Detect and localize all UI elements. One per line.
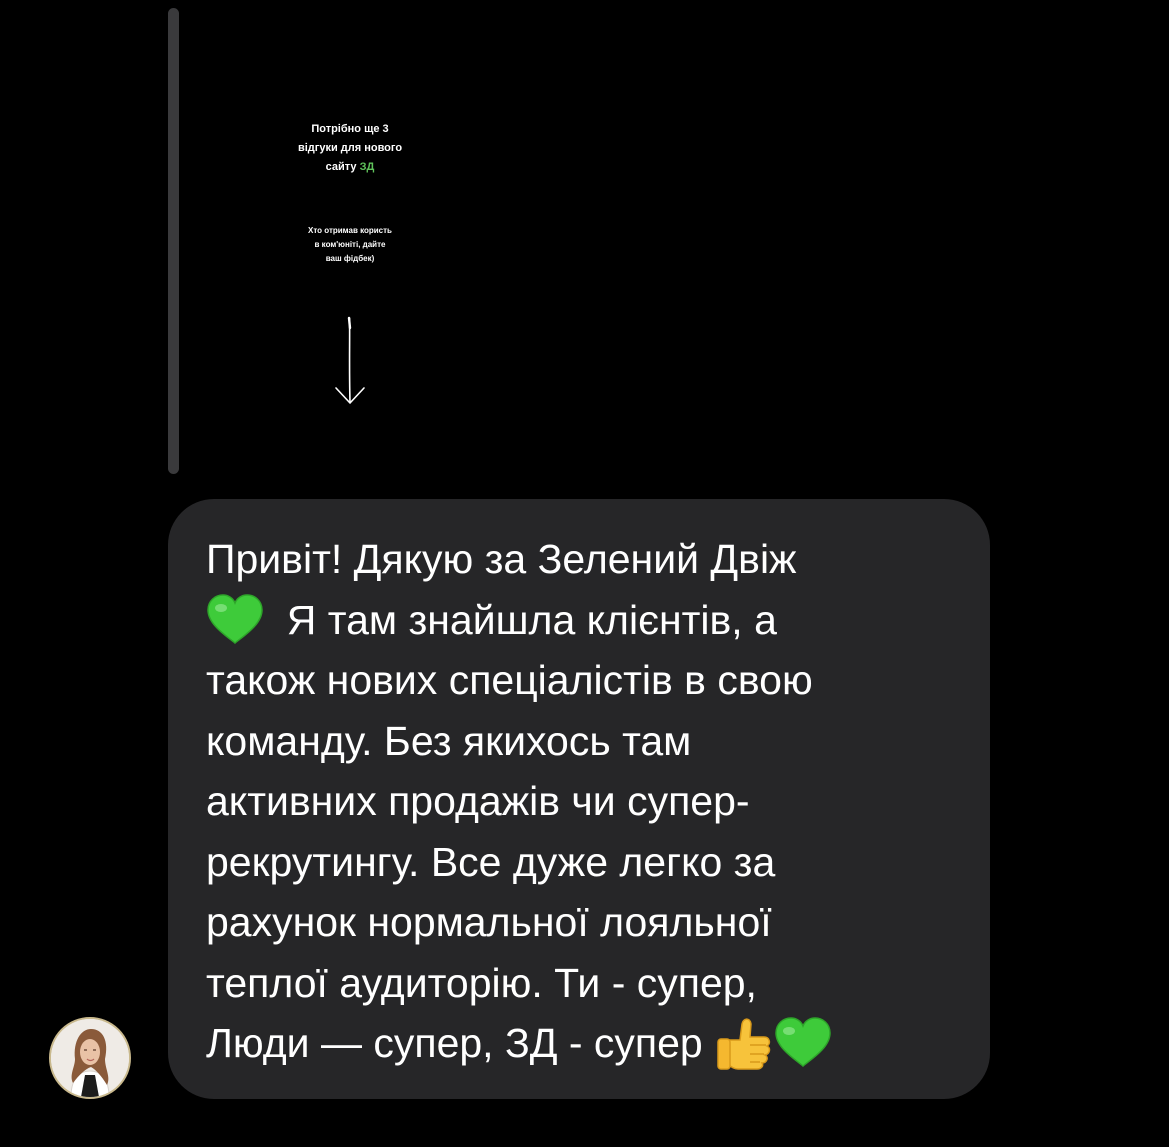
green-heart-icon: [775, 1017, 831, 1068]
story-subtext-line: Хто отримав користь: [308, 226, 392, 235]
message-line: рахунок нормальної лояльної: [206, 899, 772, 945]
message-bubble[interactable]: Привіт! Дякую за Зелений Двіж Я там знай…: [168, 499, 990, 1099]
message-line: також нових спеціалістів в свою: [206, 657, 813, 703]
message-line: теплої аудиторію. Ти - супер,: [206, 959, 757, 1006]
user-avatar-photo-icon: [51, 1019, 129, 1097]
message-line: Люди — супер, ЗД - супер: [206, 1013, 952, 1076]
message-line-text: Я там знайшла клієнтів, а: [286, 596, 777, 643]
green-heart-icon: [207, 593, 263, 644]
message-line: Привіт! Дякую за Зелений Двіж: [206, 536, 797, 582]
story-heading-accent: ЗД: [359, 161, 375, 173]
story-heading-line: відгуки для нового: [297, 142, 403, 154]
story-preview[interactable]: Потрібно ще 3 відгуки для нового сайту З…: [210, 8, 490, 474]
message-line: рекрутингу. Все дуже легко за: [206, 838, 776, 885]
message-line: активних продажів чи супер-: [206, 778, 750, 824]
sender-avatar[interactable]: [49, 1017, 131, 1099]
story-reply-indicator-bar: [168, 8, 179, 474]
story-heading: Потрібно ще 3 відгуки для нового сайту З…: [210, 120, 490, 177]
message-line: команду. Без якихось там: [206, 717, 692, 764]
story-heading-line: Потрібно ще 3: [311, 123, 389, 135]
message-line-text: Люди — супер, ЗД - супер: [206, 1020, 703, 1066]
story-subtext: Хто отримав користь в ком'юніті, дайте в…: [210, 224, 490, 266]
story-subtext-line: ваш фідбек): [325, 254, 375, 263]
story-heading-line: сайту ЗД: [210, 158, 490, 177]
arrow-down-icon: [335, 316, 365, 404]
message-line: Я там знайшла клієнтів, а: [206, 590, 952, 651]
thumbs-up-icon: [717, 1018, 771, 1070]
story-heading-prefix: сайту: [325, 161, 360, 173]
message-text: Привіт! Дякую за Зелений Двіж Я там знай…: [206, 529, 952, 1076]
story-subtext-line: в ком'юніті, дайте: [314, 240, 386, 249]
